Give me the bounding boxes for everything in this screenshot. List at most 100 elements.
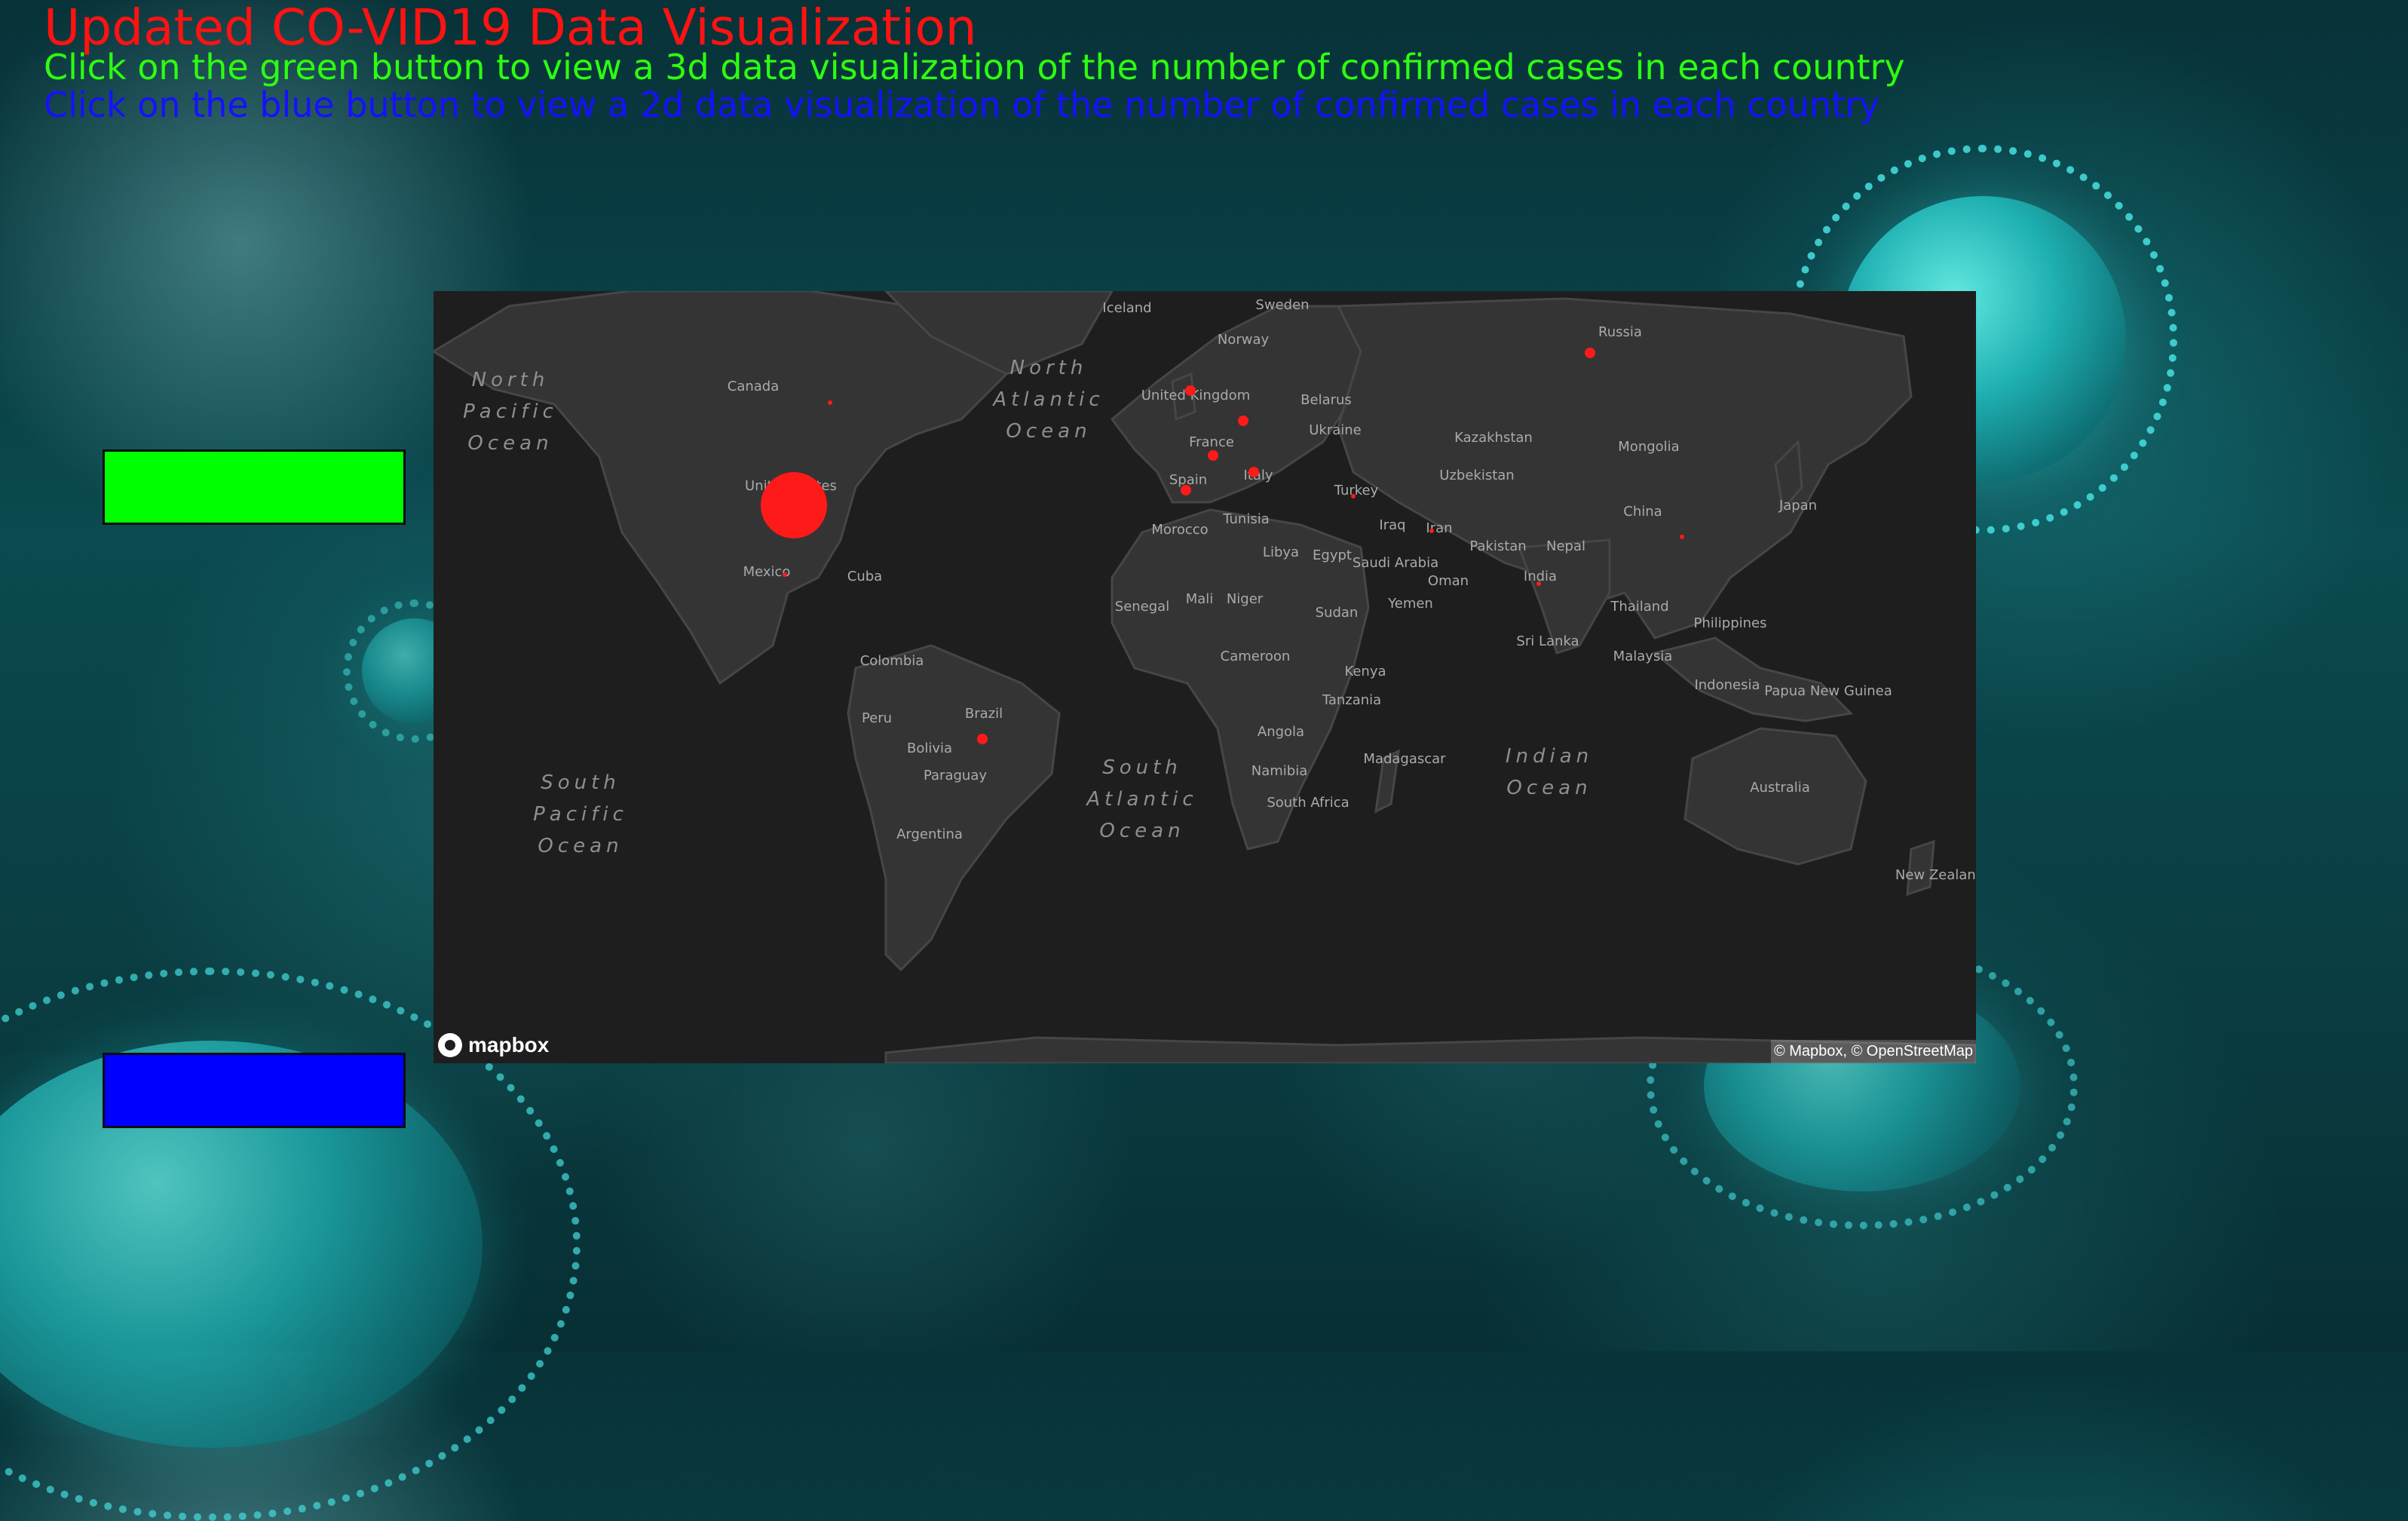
country-label-south-africa: South Africa bbox=[1267, 795, 1349, 811]
ocean-label-line: Pacific bbox=[533, 803, 628, 826]
ocean-label-line: North bbox=[472, 369, 550, 391]
case-marker-russia[interactable] bbox=[1585, 348, 1595, 358]
world-map[interactable]: North Pacific Ocean North Atlantic Ocean South… bbox=[434, 291, 1976, 1063]
2d-visualization-button[interactable] bbox=[103, 1053, 406, 1128]
ocean-label-north-pacific-ocean: North Pacific Ocean bbox=[463, 369, 558, 455]
country-label-sri-lanka: Sri Lanka bbox=[1516, 633, 1579, 649]
country-label-colombia: Colombia bbox=[860, 653, 924, 669]
case-marker-mexico[interactable] bbox=[783, 572, 787, 577]
country-label-iran: Iran bbox=[1426, 520, 1452, 536]
case-marker-brazil[interactable] bbox=[977, 734, 988, 744]
country-label-egypt: Egypt bbox=[1313, 547, 1352, 563]
country-label-peru: Peru bbox=[862, 710, 892, 726]
country-label-new-zealand: New Zealand bbox=[1895, 867, 1976, 883]
case-marker-spain[interactable] bbox=[1181, 485, 1191, 495]
ocean-label-south-atlantic-ocean: South Atlantic Ocean bbox=[1085, 756, 1197, 842]
ocean-label-line: Pacific bbox=[463, 400, 558, 423]
country-label-mali: Mali bbox=[1186, 591, 1214, 607]
ocean-label-line: South bbox=[1102, 756, 1182, 779]
country-label-tanzania: Tanzania bbox=[1322, 692, 1381, 708]
country-label-oman: Oman bbox=[1428, 573, 1469, 589]
country-label-angola: Angola bbox=[1258, 724, 1304, 740]
case-marker-china[interactable] bbox=[1680, 535, 1684, 539]
landmass-north-america bbox=[434, 291, 1008, 685]
ocean-label-line: Indian bbox=[1506, 745, 1593, 768]
country-label-china: China bbox=[1623, 504, 1662, 520]
world-map-canvas: North Pacific OceanNorth Atlantic OceanSouth… bbox=[434, 291, 1976, 1063]
case-marker-united-states[interactable] bbox=[761, 472, 827, 538]
ocean-label-line: Ocean bbox=[1006, 420, 1091, 443]
country-label-iceland: Iceland bbox=[1102, 300, 1151, 316]
country-label-kenya: Kenya bbox=[1344, 664, 1386, 679]
ocean-label-line: Atlantic bbox=[991, 388, 1104, 411]
ocean-label-south-pacific-ocean: South Pacific Ocean bbox=[533, 771, 628, 857]
country-label-paraguay: Paraguay bbox=[924, 768, 987, 783]
country-label-yemen: Yemen bbox=[1387, 596, 1433, 612]
landmass-australia bbox=[1683, 727, 1867, 866]
case-marker-canada[interactable] bbox=[828, 400, 832, 405]
ocean-label-line: North bbox=[1010, 357, 1088, 379]
country-label-niger: Niger bbox=[1227, 591, 1264, 607]
country-label-papua-new-guinea: Papua New Guinea bbox=[1764, 683, 1892, 699]
ocean-label-line: Ocean bbox=[1506, 777, 1592, 799]
country-label-ukraine: Ukraine bbox=[1309, 422, 1362, 438]
country-label-sweden: Sweden bbox=[1255, 297, 1309, 313]
case-marker-italy[interactable] bbox=[1248, 467, 1259, 477]
ocean-label-line: South bbox=[541, 771, 620, 794]
case-marker-france[interactable] bbox=[1208, 450, 1218, 461]
country-label-iraq: Iraq bbox=[1379, 517, 1405, 533]
ocean-label-line: Ocean bbox=[538, 835, 623, 857]
ocean-label-line: Ocean bbox=[467, 432, 553, 455]
country-label-japan: Japan bbox=[1778, 498, 1817, 514]
country-label-mexico: Mexico bbox=[743, 564, 791, 580]
country-label-malaysia: Malaysia bbox=[1613, 649, 1673, 664]
country-label-bolivia: Bolivia bbox=[907, 741, 952, 756]
ocean-label-line: Atlantic bbox=[1085, 788, 1197, 811]
case-marker-turkey[interactable] bbox=[1351, 494, 1356, 498]
country-label-norway: Norway bbox=[1218, 332, 1270, 348]
blue-button-instruction: Click on the blue button to view a 2d da… bbox=[44, 84, 1880, 125]
country-label-morocco: Morocco bbox=[1151, 522, 1208, 538]
country-label-libya: Libya bbox=[1263, 544, 1299, 560]
country-label-pakistan: Pakistan bbox=[1469, 538, 1526, 554]
landmass-south-america bbox=[847, 644, 1061, 972]
country-label-kazakhstan: Kazakhstan bbox=[1454, 430, 1533, 446]
ocean-label-line: Ocean bbox=[1099, 820, 1184, 842]
country-label-united-kingdom: United Kingdom bbox=[1141, 388, 1250, 403]
mapbox-logo[interactable]: mapbox bbox=[438, 1033, 549, 1057]
country-label-cameroon: Cameroon bbox=[1221, 649, 1291, 664]
mapbox-icon bbox=[438, 1033, 462, 1057]
green-button-instruction: Click on the green button to view a 3d d… bbox=[44, 47, 1905, 87]
country-label-turkey: Turkey bbox=[1334, 483, 1379, 498]
country-label-nepal: Nepal bbox=[1546, 538, 1585, 554]
page-title: Updated CO-VID19 Data Visualization bbox=[44, 0, 977, 57]
ocean-label-indian-ocean: Indian Ocean bbox=[1506, 745, 1593, 799]
case-marker-united-kingdom[interactable] bbox=[1185, 385, 1196, 396]
country-label-madagascar: Madagascar bbox=[1363, 751, 1446, 767]
map-attribution[interactable]: © Mapbox, © OpenStreetMap bbox=[1770, 1040, 1976, 1063]
case-marker-germany[interactable] bbox=[1238, 416, 1248, 426]
country-label-uzbekistan: Uzbekistan bbox=[1439, 468, 1514, 483]
country-label-thailand: Thailand bbox=[1610, 599, 1668, 615]
country-label-canada: Canada bbox=[728, 379, 780, 394]
country-label-sudan: Sudan bbox=[1316, 605, 1359, 621]
country-label-brazil: Brazil bbox=[965, 706, 1003, 722]
country-label-senegal: Senegal bbox=[1115, 599, 1169, 615]
case-marker-india[interactable] bbox=[1536, 581, 1541, 586]
country-label-indonesia: Indonesia bbox=[1694, 677, 1760, 693]
country-label-saudi-arabia: Saudi Arabia bbox=[1353, 555, 1438, 571]
mapbox-wordmark: mapbox bbox=[468, 1033, 550, 1056]
country-label-belarus: Belarus bbox=[1301, 392, 1352, 408]
country-label-argentina: Argentina bbox=[896, 826, 963, 842]
country-label-cuba: Cuba bbox=[847, 569, 882, 584]
country-label-tunisia: Tunisia bbox=[1222, 511, 1270, 527]
country-label-philippines: Philippines bbox=[1694, 615, 1767, 631]
case-marker-iran[interactable] bbox=[1429, 529, 1434, 533]
country-label-mongolia: Mongolia bbox=[1618, 439, 1679, 455]
landmass-asia bbox=[1336, 297, 1913, 639]
country-label-australia: Australia bbox=[1750, 780, 1810, 796]
3d-visualization-button[interactable] bbox=[103, 449, 406, 525]
country-label-france: France bbox=[1189, 434, 1234, 450]
country-label-namibia: Namibia bbox=[1251, 763, 1308, 779]
country-label-russia: Russia bbox=[1598, 324, 1642, 340]
